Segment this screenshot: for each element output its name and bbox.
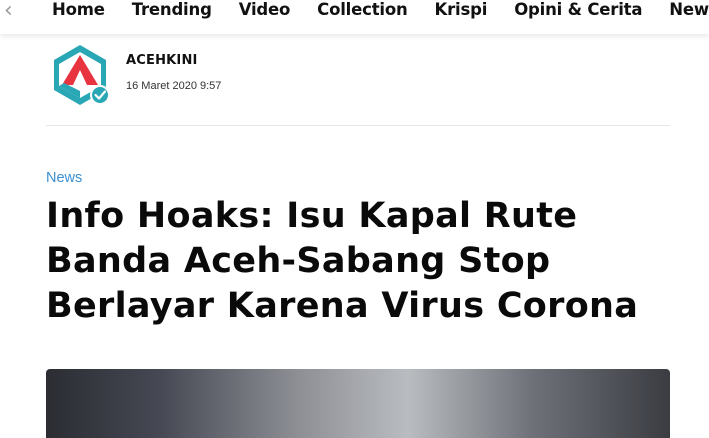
chevron-left-icon[interactable]: ‹ [4,0,20,24]
nav-item-opini-cerita[interactable]: Opini & Cerita [514,0,642,24]
nav-item-trending[interactable]: Trending [132,0,212,24]
top-navigation-bar: ‹ Home Trending Video Collection Krispi … [0,0,709,34]
nav-item-video[interactable]: Video [239,0,291,24]
author-header: ACEHKINI 16 Maret 2020 9:57 [46,40,670,126]
article-title: Info Hoaks: Isu Kapal Rute Banda Aceh-Sa… [46,196,639,326]
author-name[interactable]: ACEHKINI [126,53,198,68]
article-hero-image [46,369,670,438]
nav-item-home[interactable]: Home [52,0,105,24]
publish-date: 16 Maret 2020 9:57 [126,80,222,92]
article-category[interactable]: News [46,170,82,186]
nav-menu: Home Trending Video Collection Krispi Op… [52,0,709,24]
nav-item-krispi[interactable]: Krispi [435,0,488,24]
nav-item-collection[interactable]: Collection [317,0,408,24]
verified-check-icon [90,85,110,105]
nav-item-news[interactable]: News [669,0,709,24]
acehkini-logo[interactable] [50,43,110,107]
